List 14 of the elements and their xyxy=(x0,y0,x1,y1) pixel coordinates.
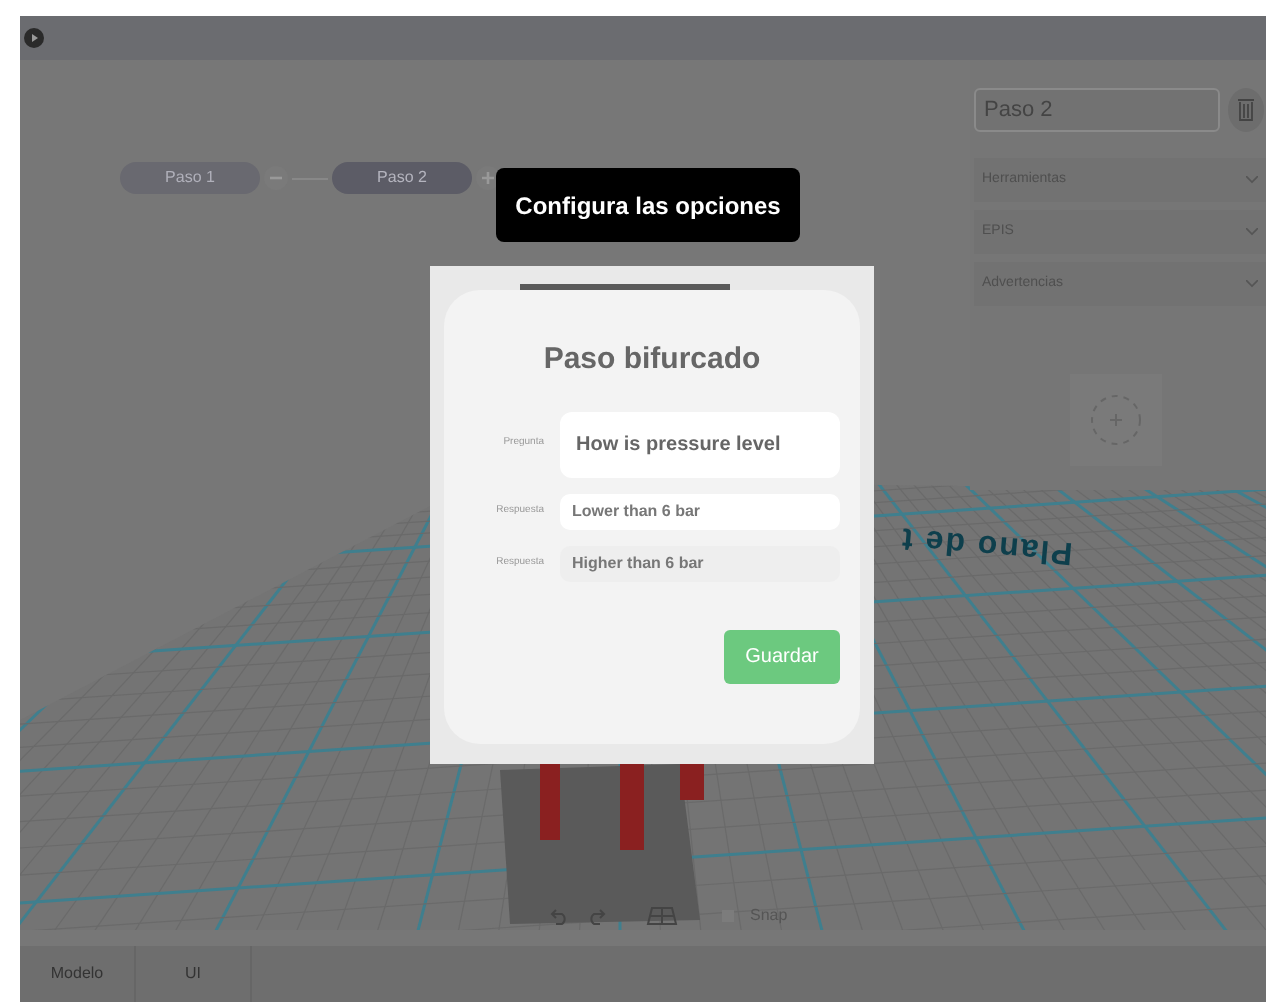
answer-field[interactable]: Lower than 6 bar xyxy=(560,493,840,529)
grid-view-icon[interactable] xyxy=(646,906,678,926)
answer-field[interactable]: Higher than 6 bar xyxy=(560,545,840,581)
redo-icon[interactable] xyxy=(586,906,606,926)
question-field[interactable]: How is pressure level xyxy=(560,411,840,477)
trash-icon[interactable] xyxy=(1228,88,1264,132)
dialog-title: Paso bifurcado xyxy=(541,340,763,380)
save-button[interactable]: Guardar xyxy=(724,629,840,683)
play-icon[interactable] xyxy=(24,28,44,48)
floor-label: Plano de t xyxy=(898,518,1075,574)
step-pill[interactable]: Paso 2 xyxy=(332,162,472,194)
undo-icon[interactable] xyxy=(550,906,570,926)
tooltip: Configura las opciones xyxy=(496,168,800,242)
step-pill[interactable]: Paso 1 xyxy=(120,162,260,194)
